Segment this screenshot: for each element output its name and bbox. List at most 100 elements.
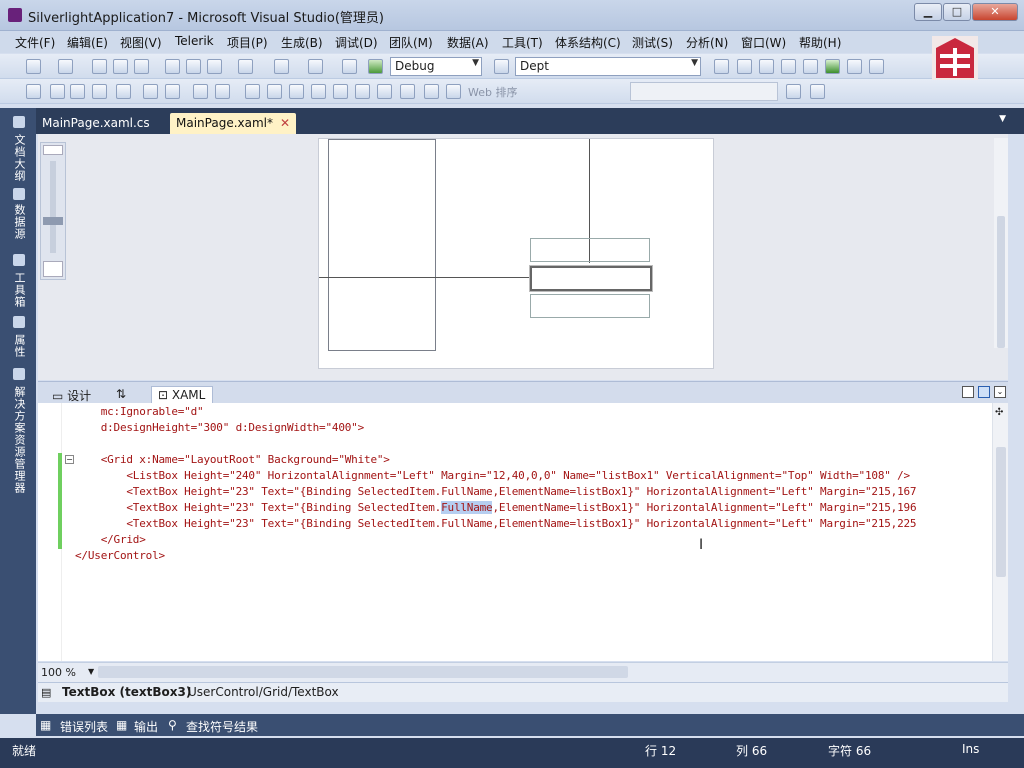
menu-telerik[interactable]: Telerik — [175, 34, 214, 48]
listbox-preview[interactable] — [328, 139, 436, 351]
menu-tools[interactable]: 工具(T) — [502, 34, 543, 51]
save-icon[interactable] — [113, 59, 128, 74]
textbox2-preview-selected[interactable] — [529, 265, 653, 292]
toolbar2-icon-15[interactable] — [355, 84, 370, 99]
tab-data-sources[interactable]: 数据源 — [11, 204, 27, 240]
menu-help[interactable]: 帮助(H) — [799, 34, 841, 51]
new-project-icon[interactable] — [26, 59, 41, 74]
tab-mainpage-cs[interactable]: MainPage.xaml.cs — [36, 113, 156, 134]
toolbar-icon-g[interactable] — [847, 59, 862, 74]
toolbar-icon-b[interactable] — [737, 59, 752, 74]
toolbar2-icon-12[interactable] — [289, 84, 304, 99]
menu-window[interactable]: 窗口(W) — [741, 34, 786, 51]
collapse-region-icon[interactable]: − — [65, 455, 74, 464]
redo-icon[interactable] — [274, 59, 289, 74]
menu-view[interactable]: 视图(V) — [120, 34, 162, 51]
cut-icon[interactable] — [165, 59, 180, 74]
collapse-pane-icon[interactable]: ⌄ — [994, 386, 1006, 398]
tab-output[interactable]: 输出 — [134, 718, 158, 735]
breadcrumb-element[interactable]: TextBox (textBox3) — [62, 685, 191, 699]
toolbar2-icon-2[interactable] — [50, 84, 65, 99]
tab-document-outline[interactable]: 文档大纲 — [11, 134, 27, 182]
toolbar2-icon-21[interactable] — [810, 84, 825, 99]
toolbar2-icon-5[interactable] — [116, 84, 131, 99]
find-combo[interactable]: Dept ▼ — [515, 57, 701, 76]
menu-architecture[interactable]: 体系结构(C) — [555, 34, 621, 51]
breadcrumb-path[interactable]: UserControl/Grid/TextBox — [188, 685, 339, 699]
fit-icon[interactable] — [43, 145, 63, 155]
start-debug-icon[interactable] — [368, 59, 383, 74]
tab-error-list[interactable]: 错误列表 — [60, 718, 108, 735]
toolbar2-icon-18[interactable] — [424, 84, 439, 99]
toolbar2-icon-9[interactable] — [215, 84, 230, 99]
tab-solution-explorer[interactable]: 解决方案资源管理器 — [11, 386, 27, 494]
zoom-slider[interactable] — [40, 142, 66, 280]
xaml-editor[interactable] — [38, 403, 1008, 661]
close-button[interactable]: ✕ — [972, 3, 1018, 21]
menu-data[interactable]: 数据(A) — [447, 34, 489, 51]
menu-analyze[interactable]: 分析(N) — [686, 34, 728, 51]
solution-config-select[interactable]: Debug ▼ — [390, 57, 482, 76]
tab-find-symbol-results[interactable]: 查找符号结果 — [186, 718, 258, 735]
toolbar2-icon-19[interactable] — [446, 84, 461, 99]
slider-thumb[interactable] — [43, 217, 63, 225]
open-file-icon[interactable] — [92, 59, 107, 74]
textbox1-preview[interactable] — [530, 238, 650, 262]
chevron-down-icon[interactable]: ▼ — [88, 667, 94, 676]
toolbar2-icon-13[interactable] — [311, 84, 326, 99]
artboard[interactable] — [318, 138, 714, 369]
tab-toolbox[interactable]: 工具箱 — [11, 272, 27, 308]
toolbar2-icon-17[interactable] — [400, 84, 415, 99]
editor-vertical-scrollbar[interactable]: ✣ — [992, 403, 1008, 661]
zoom-fit-icon[interactable] — [43, 261, 63, 277]
toolbar-icon-a[interactable] — [714, 59, 729, 74]
toolbar2-icon-6[interactable] — [143, 84, 158, 99]
paste-icon[interactable] — [207, 59, 222, 74]
toolbar-icon-h[interactable] — [869, 59, 884, 74]
menu-debug[interactable]: 调试(D) — [335, 34, 378, 51]
toolbar-icon-f[interactable] — [825, 59, 840, 74]
menu-build[interactable]: 生成(B) — [281, 34, 323, 51]
textbox3-preview[interactable] — [530, 294, 650, 318]
toolbar2-icon-20[interactable] — [786, 84, 801, 99]
toolbar2-icon-8[interactable] — [193, 84, 208, 99]
horizontal-scroll-thumb[interactable] — [98, 666, 628, 678]
toolbar-icon-c[interactable] — [759, 59, 774, 74]
scroll-thumb[interactable] — [997, 216, 1005, 348]
undo-icon[interactable] — [238, 59, 253, 74]
find-icon[interactable] — [342, 59, 357, 74]
find-in-files-icon[interactable] — [494, 59, 509, 74]
toolbar2-icon-4[interactable] — [92, 84, 107, 99]
menu-team[interactable]: 团队(M) — [389, 34, 433, 51]
horizontal-split-icon[interactable] — [978, 386, 990, 398]
toolbar2-icon-14[interactable] — [333, 84, 348, 99]
split-handle-icon[interactable]: ✣ — [995, 407, 1003, 418]
designer-vertical-scrollbar[interactable] — [994, 138, 1008, 348]
scroll-thumb[interactable] — [996, 447, 1006, 577]
chevron-down-icon[interactable]: ▼ — [999, 114, 1006, 124]
add-item-icon[interactable] — [58, 59, 73, 74]
menu-edit[interactable]: 编辑(E) — [67, 34, 108, 51]
menu-project[interactable]: 项目(P) — [227, 34, 268, 51]
tab-properties[interactable]: 属性 — [11, 334, 27, 358]
toolbar-icon-e[interactable] — [803, 59, 818, 74]
toolbar-icon-d[interactable] — [781, 59, 796, 74]
save-all-icon[interactable] — [134, 59, 149, 74]
toolbar2-icon-11[interactable] — [267, 84, 282, 99]
zoom-level[interactable]: 100 % — [41, 666, 76, 679]
design-tab[interactable]: ▭ 设计 — [46, 386, 97, 404]
close-tab-icon[interactable]: ✕ — [280, 116, 290, 130]
toolbar2-icon-10[interactable] — [245, 84, 260, 99]
xaml-tab[interactable]: ⊡ XAML — [151, 386, 213, 404]
menu-test[interactable]: 测试(S) — [632, 34, 673, 51]
navigate-icon[interactable] — [308, 59, 323, 74]
toolbar2-icon-1[interactable] — [26, 84, 41, 99]
minimize-button[interactable]: ▁ — [914, 3, 942, 21]
maximize-button[interactable]: □ — [943, 3, 971, 21]
swap-panes-button[interactable]: ⇅ — [110, 386, 132, 404]
vertical-split-icon[interactable] — [962, 386, 974, 398]
toolbar2-icon-16[interactable] — [377, 84, 392, 99]
copy-icon[interactable] — [186, 59, 201, 74]
tab-mainpage-xaml[interactable]: MainPage.xaml* ✕ — [170, 113, 296, 134]
toolbar2-icon-7[interactable] — [165, 84, 180, 99]
